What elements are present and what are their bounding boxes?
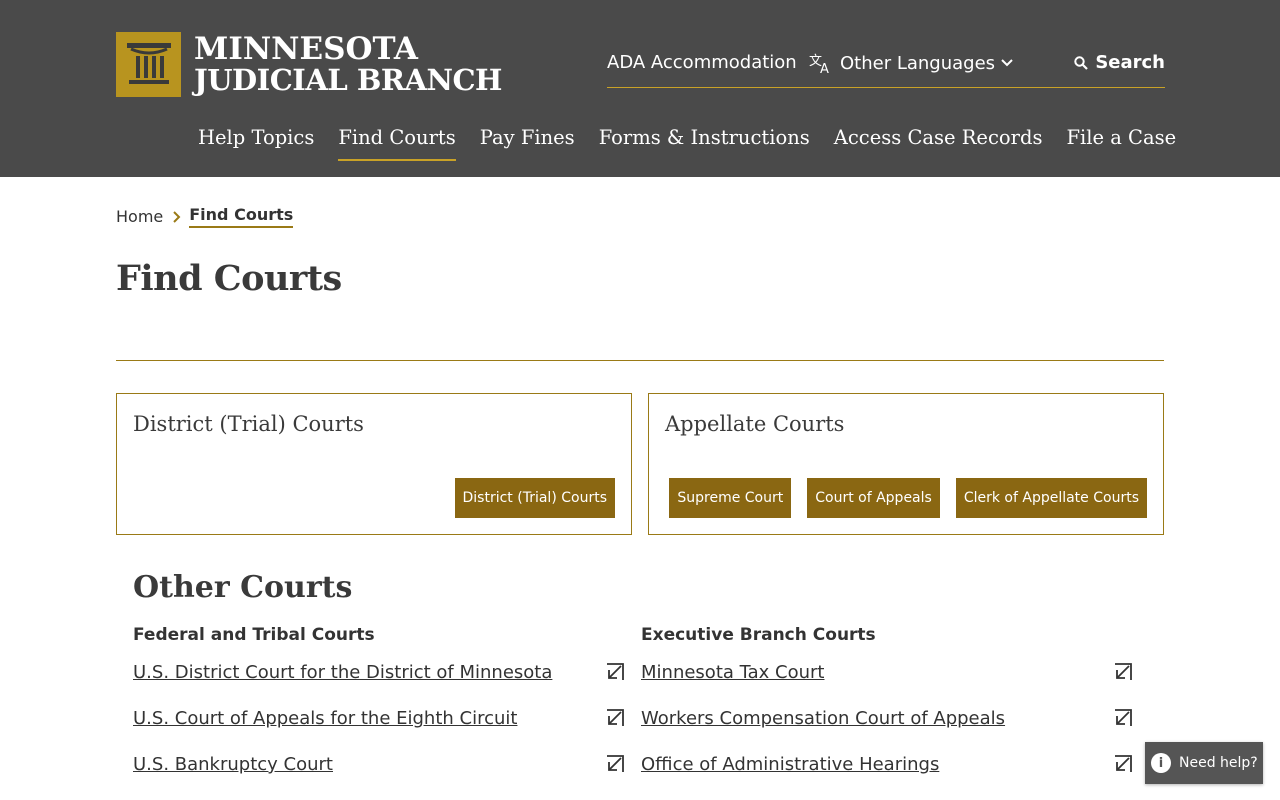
external-link-icon[interactable] xyxy=(605,754,625,778)
us-district-court-link[interactable]: U.S. District Court for the District of … xyxy=(133,662,552,683)
us-bankruptcy-court-link[interactable]: U.S. Bankruptcy Court xyxy=(133,754,333,775)
info-icon: i xyxy=(1151,753,1171,773)
breadcrumb: Home Find Courts xyxy=(116,205,294,228)
us-court-of-appeals-link[interactable]: U.S. Court of Appeals for the Eighth Cir… xyxy=(133,708,517,729)
executive-branch-courts-heading: Executive Branch Courts xyxy=(641,625,876,645)
nav-find-courts[interactable]: Find Courts xyxy=(338,126,456,161)
list-item: U.S. Court of Appeals for the Eighth Cir… xyxy=(133,708,625,754)
site-header: MINNESOTA JUDICIAL BRANCH ADA Accommodat… xyxy=(0,0,1280,177)
other-courts-heading: Other Courts xyxy=(133,570,353,605)
other-languages-label: Other Languages xyxy=(840,52,996,74)
external-link-icon[interactable] xyxy=(1113,754,1133,778)
divider xyxy=(116,360,1164,361)
external-link-icon[interactable] xyxy=(1113,708,1133,732)
chevron-down-icon xyxy=(1001,59,1013,67)
list-item: Office of Administrative Hearings xyxy=(641,754,1133,800)
executive-branch-courts-section: Executive Branch Courts Minnesota Tax Co… xyxy=(641,625,1133,800)
other-languages-dropdown[interactable]: 文A Other Languages xyxy=(809,52,1013,74)
office-of-administrative-hearings-link[interactable]: Office of Administrative Hearings xyxy=(641,754,939,775)
search-label: Search xyxy=(1095,52,1165,73)
list-item: Workers Compensation Court of Appeals xyxy=(641,708,1133,754)
list-item: Minnesota Tax Court xyxy=(641,662,1133,708)
external-link-icon[interactable] xyxy=(605,708,625,732)
federal-tribal-courts-section: Federal and Tribal Courts U.S. District … xyxy=(133,625,625,800)
external-link-icon[interactable] xyxy=(605,662,625,686)
page-title: Find Courts xyxy=(116,258,342,299)
nav-access-case-records[interactable]: Access Case Records xyxy=(834,126,1043,161)
supreme-court-button[interactable]: Supreme Court xyxy=(669,478,792,518)
need-help-label: Need help? xyxy=(1179,755,1258,771)
svg-text:A: A xyxy=(820,62,829,74)
logo-line-2: JUDICIAL BRANCH xyxy=(194,62,502,97)
federal-tribal-courts-heading: Federal and Tribal Courts xyxy=(133,625,375,645)
district-trial-courts-button[interactable]: District (Trial) Courts xyxy=(454,478,615,518)
nav-forms-instructions[interactable]: Forms & Instructions xyxy=(599,126,810,161)
external-link-icon[interactable] xyxy=(1113,662,1133,686)
breadcrumb-current: Find Courts xyxy=(189,205,294,228)
list-item: U.S. District Court for the District of … xyxy=(133,662,625,708)
nav-file-a-case[interactable]: File a Case xyxy=(1066,126,1176,161)
district-courts-card-title: District (Trial) Courts xyxy=(133,412,364,436)
appellate-courts-card-title: Appellate Courts xyxy=(665,412,845,436)
list-item: U.S. Bankruptcy Court xyxy=(133,754,625,800)
district-courts-card: District (Trial) Courts District (Trial)… xyxy=(116,393,632,535)
minnesota-tax-court-link[interactable]: Minnesota Tax Court xyxy=(641,662,825,683)
search-icon xyxy=(1074,55,1089,70)
appellate-courts-card: Appellate Courts Supreme Court Court of … xyxy=(648,393,1164,535)
site-logo[interactable]: MINNESOTA JUDICIAL BRANCH xyxy=(116,32,502,97)
translate-icon: 文A xyxy=(809,52,833,74)
workers-compensation-court-link[interactable]: Workers Compensation Court of Appeals xyxy=(641,708,1005,729)
courthouse-icon xyxy=(116,32,181,97)
court-of-appeals-button[interactable]: Court of Appeals xyxy=(807,478,940,518)
ada-accommodation-link[interactable]: ADA Accommodation xyxy=(607,52,797,73)
chevron-right-icon xyxy=(173,210,181,223)
search-button[interactable]: Search xyxy=(1074,52,1165,73)
nav-help-topics[interactable]: Help Topics xyxy=(198,126,314,161)
breadcrumb-home-link[interactable]: Home xyxy=(116,207,163,226)
nav-pay-fines[interactable]: Pay Fines xyxy=(480,126,575,161)
need-help-button[interactable]: i Need help? xyxy=(1145,742,1263,784)
main-navigation: Help Topics Find Courts Pay Fines Forms … xyxy=(198,126,1200,161)
clerk-of-appellate-courts-button[interactable]: Clerk of Appellate Courts xyxy=(955,478,1147,518)
logo-line-1: MINNESOTA xyxy=(194,30,418,67)
utility-nav: ADA Accommodation 文A Other Languages Sea… xyxy=(607,52,1165,88)
